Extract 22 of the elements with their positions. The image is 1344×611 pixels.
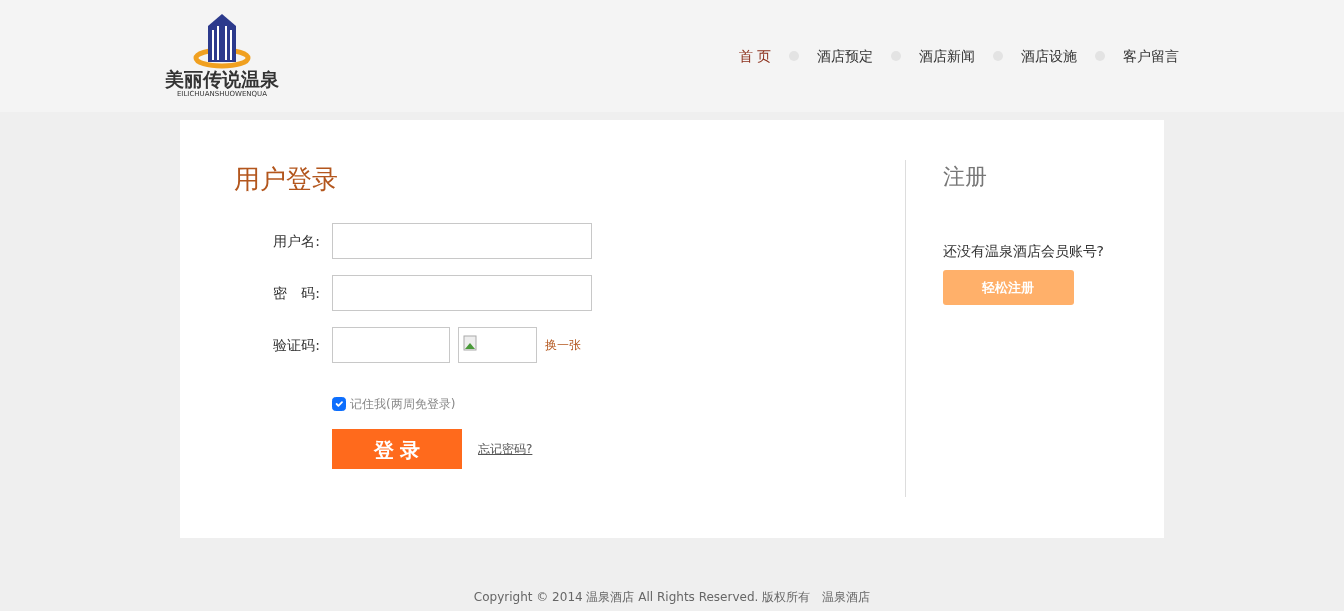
password-field[interactable] [332, 275, 592, 311]
refresh-captcha-link[interactable]: 换一张 [545, 336, 581, 354]
nav-link[interactable]: 酒店设施 [1021, 45, 1077, 67]
login-title: 用户登录 [234, 163, 339, 196]
broken-image-icon [463, 335, 479, 351]
captcha-field[interactable] [332, 327, 450, 363]
nav-link[interactable]: 酒店新闻 [919, 45, 975, 67]
register-prompt: 还没有温泉酒店会员账号? [942, 242, 1105, 261]
forgot-password-link[interactable]: 忘记密码? [478, 440, 533, 458]
nav-link[interactable]: 客户留言 [1123, 45, 1179, 67]
field-label: 验证码: [272, 335, 321, 355]
logo-title: 美丽传说温泉 [165, 70, 279, 90]
nav-link[interactable]: 酒店预定 [817, 45, 873, 67]
register-title: 注册 [942, 163, 988, 191]
copyright-footer: Copyright © 2014 温泉酒店 All Rights Reserved. 版权所有 温泉酒店 [0, 588, 1344, 606]
field-label: 密 码: [272, 283, 321, 303]
field-label: 用户名: [272, 231, 321, 251]
nav-link[interactable]: 首 页 [738, 45, 771, 67]
remember-label: 记住我(两周免登录) [350, 396, 456, 413]
remember-checkbox[interactable] [332, 397, 346, 411]
username-field[interactable] [332, 223, 592, 259]
logo-icon [192, 12, 252, 71]
